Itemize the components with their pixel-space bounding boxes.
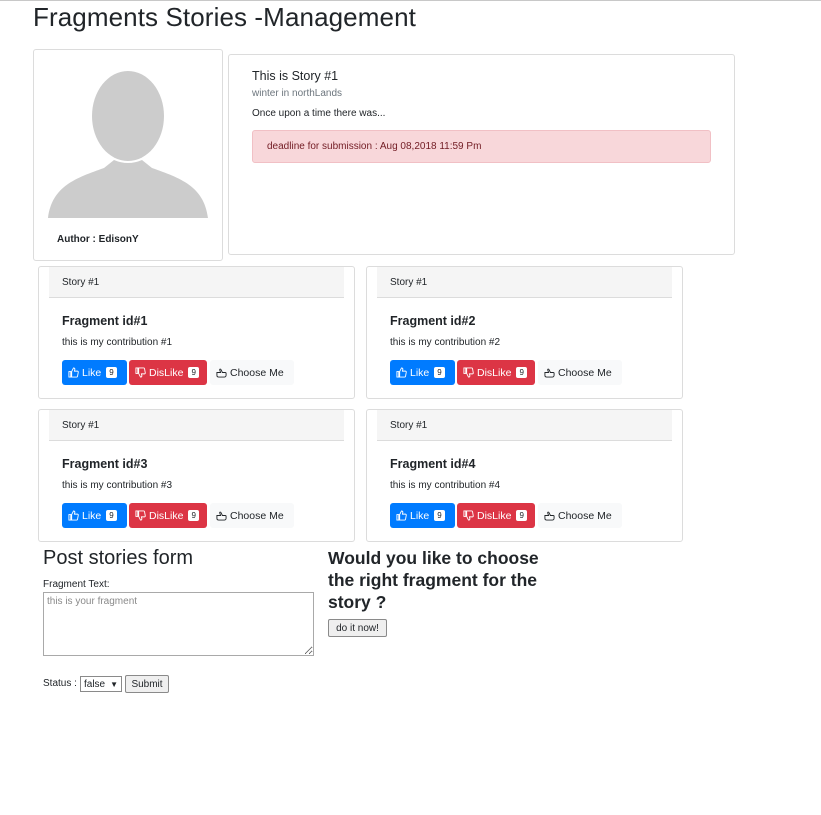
like-label: Like [82, 509, 102, 522]
fragment-story-header: Story #1 [377, 267, 672, 298]
like-label: Like [82, 366, 102, 379]
fragment-title: Fragment id#2 [390, 314, 476, 328]
chevron-down-icon: ▼ [110, 679, 118, 689]
fragment-story-header: Story #1 [49, 267, 344, 298]
choose-me-button[interactable]: Choose Me [210, 360, 294, 385]
dislike-count-badge: 9 [188, 367, 199, 378]
thumbs-down-icon [135, 510, 146, 521]
thumbs-up-icon [396, 367, 407, 378]
dislike-label: DisLike [149, 366, 184, 379]
dislike-button[interactable]: DisLike 9 [129, 503, 207, 528]
fragment-card: Story #1 Fragment id#1 this is my contri… [38, 266, 355, 399]
dislike-count-badge: 9 [516, 367, 527, 378]
fragment-card: Story #1 Fragment id#3 this is my contri… [38, 409, 355, 542]
thumbs-up-icon [68, 510, 79, 521]
fragment-card: Story #1 Fragment id#4 this is my contri… [366, 409, 683, 542]
user-silhouette-icon [48, 71, 208, 218]
story-card: This is Story #1 winter in northLands On… [228, 54, 735, 255]
like-count-badge: 9 [106, 510, 117, 521]
status-select[interactable]: false ▼ [80, 676, 122, 692]
like-button[interactable]: Like 9 [62, 360, 127, 385]
hand-pointer-icon [216, 368, 227, 378]
fragment-story-header: Story #1 [49, 410, 344, 441]
thumbs-down-icon [463, 367, 474, 378]
dislike-count-badge: 9 [516, 510, 527, 521]
do-it-now-button[interactable]: do it now! [328, 619, 387, 637]
choose-me-label: Choose Me [558, 366, 612, 379]
choose-me-label: Choose Me [230, 366, 284, 379]
choose-fragment-question: Would you like to choose the right fragm… [328, 548, 539, 612]
hand-pointer-icon [544, 368, 555, 378]
fragment-title: Fragment id#4 [390, 457, 476, 471]
like-label: Like [410, 509, 430, 522]
fragment-card: Story #1 Fragment id#2 this is my contri… [366, 266, 683, 399]
fragment-text: this is my contribution #1 [62, 337, 173, 348]
fragment-text-label: Fragment Text: [43, 579, 110, 590]
choose-me-button[interactable]: Choose Me [210, 503, 294, 528]
choose-me-button[interactable]: Choose Me [538, 503, 622, 528]
choose-me-button[interactable]: Choose Me [538, 360, 622, 385]
fragment-title: Fragment id#1 [62, 314, 148, 328]
dislike-label: DisLike [477, 509, 512, 522]
hand-pointer-icon [544, 511, 555, 521]
thumbs-down-icon [135, 367, 146, 378]
dislike-label: DisLike [149, 509, 184, 522]
deadline-alert: deadline for submission : Aug 08,2018 11… [252, 130, 711, 163]
dislike-count-badge: 9 [188, 510, 199, 521]
like-count-badge: 9 [434, 367, 445, 378]
thumbs-down-icon [463, 510, 474, 521]
like-button[interactable]: Like 9 [62, 503, 127, 528]
thumbs-up-icon [396, 510, 407, 521]
thumbs-up-icon [68, 367, 79, 378]
fragment-title: Fragment id#3 [62, 457, 148, 471]
fragment-text: this is my contribution #3 [62, 480, 173, 491]
choose-me-label: Choose Me [558, 509, 612, 522]
story-text: Once upon a time there was... [252, 108, 386, 119]
form-title: Post stories form [43, 547, 194, 569]
like-button[interactable]: Like 9 [390, 503, 455, 528]
status-label: Status : [43, 678, 77, 689]
choose-me-label: Choose Me [230, 509, 284, 522]
dislike-label: DisLike [477, 366, 512, 379]
fragment-story-header: Story #1 [377, 410, 672, 441]
author-name: Author : EdisonY [57, 234, 139, 245]
fragment-text: this is my contribution #2 [390, 337, 501, 348]
like-button[interactable]: Like 9 [390, 360, 455, 385]
hand-pointer-icon [216, 511, 227, 521]
author-card: Author : EdisonY [33, 49, 223, 261]
like-count-badge: 9 [106, 367, 117, 378]
like-count-badge: 9 [434, 510, 445, 521]
story-subtitle: winter in northLands [252, 88, 343, 99]
fragment-textarea[interactable] [43, 592, 314, 656]
page-title: Fragments Stories -Management [33, 2, 416, 32]
like-label: Like [410, 366, 430, 379]
submit-button[interactable]: Submit [125, 675, 169, 693]
dislike-button[interactable]: DisLike 9 [457, 503, 535, 528]
dislike-button[interactable]: DisLike 9 [457, 360, 535, 385]
story-title: This is Story #1 [252, 69, 339, 83]
status-selected-value: false [84, 678, 106, 690]
fragment-text: this is my contribution #4 [390, 480, 501, 491]
dislike-button[interactable]: DisLike 9 [129, 360, 207, 385]
